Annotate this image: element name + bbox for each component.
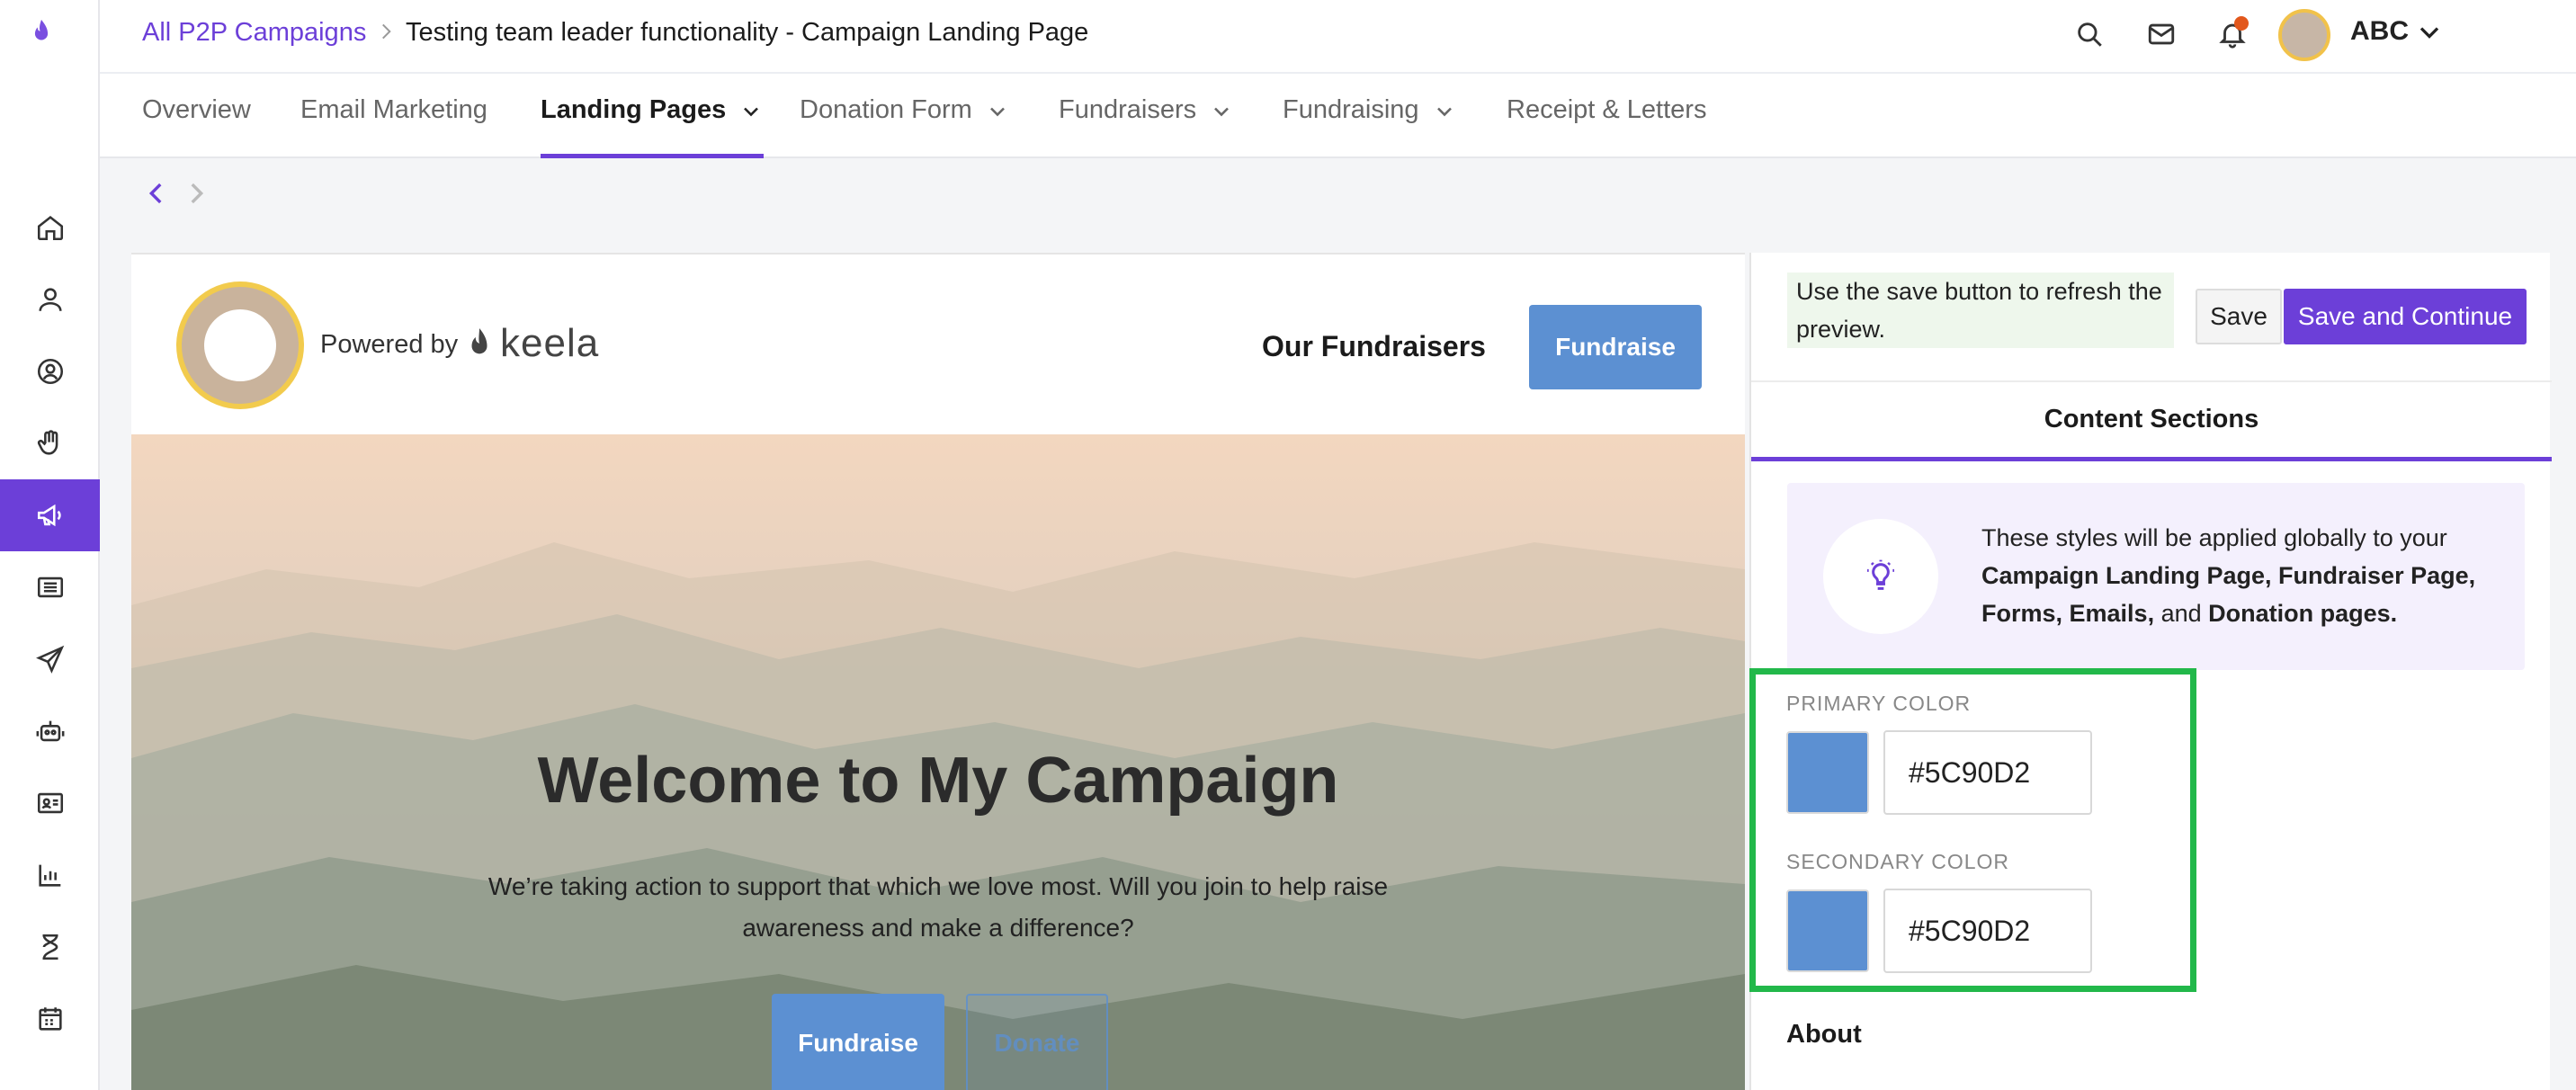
donors-icon[interactable] [0, 335, 100, 407]
notification-badge [2234, 16, 2249, 31]
info-and: and [2154, 600, 2209, 627]
primary-color-swatch[interactable] [1786, 731, 1869, 814]
hero-fundraise-button[interactable]: Fundraise [772, 994, 944, 1090]
campaign-tabs: Overview Email Marketing Landing Pages D… [100, 74, 2576, 158]
chevron-down-icon [1214, 107, 1230, 117]
hand-icon[interactable] [0, 407, 100, 479]
tab-label: Landing Pages [541, 95, 727, 124]
primary-color-label: PRIMARY COLOR [1786, 692, 1972, 715]
hero-description: We’re taking action to support that whic… [487, 872, 1389, 942]
tab-label: Receipt & Letters [1507, 95, 1707, 124]
breadcrumb-current-title: Testing team leader functionality - Camp… [406, 18, 1089, 47]
tab-donation-form[interactable]: Donation Form [800, 95, 1010, 158]
organization-logo [176, 281, 304, 409]
reports-chart-icon[interactable] [0, 839, 100, 911]
tab-label: Donation Form [800, 95, 972, 124]
tab-label: Fundraisers [1059, 95, 1197, 124]
global-styles-info: These styles will be applied globally to… [1787, 483, 2525, 670]
forward-arrow-icon[interactable] [181, 178, 211, 209]
tab-fundraisers[interactable]: Fundraisers [1059, 95, 1234, 158]
tab-label: Fundraising [1283, 95, 1419, 124]
preview-header: Powered by keela Our Fundraisers Fundrai… [131, 255, 1745, 434]
info-prefix: These styles will be applied globally to… [1981, 524, 2447, 551]
primary-color-input[interactable]: #5C90D2 [1883, 730, 2092, 815]
user-menu-chevron-down-icon[interactable] [2413, 16, 2446, 49]
left-nav-rail [0, 0, 100, 1090]
tab-receipt-letters[interactable]: Receipt & Letters [1507, 95, 1706, 158]
chevron-down-icon [744, 107, 759, 117]
breadcrumb-separator-icon [382, 23, 391, 40]
top-bar: All P2P Campaigns Testing team leader fu… [100, 0, 2576, 74]
keela-wordmark: keela [500, 321, 600, 365]
header-fundraise-button[interactable]: Fundraise [1529, 305, 1702, 389]
tab-fundraising[interactable]: Fundraising [1283, 95, 1457, 158]
tab-landing-pages[interactable]: Landing Pages [541, 95, 765, 158]
tab-content-sections[interactable]: Content Sections [1751, 380, 2552, 461]
tab-email-marketing[interactable]: Email Marketing [300, 95, 487, 158]
notifications-bell-icon[interactable] [2214, 16, 2250, 52]
robot-icon[interactable] [0, 695, 100, 767]
send-icon[interactable] [0, 623, 100, 695]
user-avatar[interactable] [2278, 9, 2330, 61]
hero-title: Welcome to My Campaign [537, 745, 1339, 817]
our-fundraisers-link[interactable]: Our Fundraisers [1262, 330, 1486, 363]
keela-brand: keela [464, 321, 599, 366]
home-icon[interactable] [0, 192, 100, 264]
preview-toolbar [100, 158, 2576, 252]
info-bold-donation: Donation pages. [2208, 600, 2398, 627]
chevron-down-icon [989, 107, 1005, 117]
mail-icon[interactable] [2143, 16, 2179, 52]
save-and-continue-button[interactable]: Save and Continue [2284, 289, 2527, 344]
id-card-icon[interactable] [0, 767, 100, 839]
chevron-down-icon [1436, 107, 1452, 117]
about-section-label[interactable]: About [1786, 1020, 1862, 1050]
back-arrow-icon[interactable] [141, 178, 172, 209]
hourglass-icon[interactable] [0, 911, 100, 983]
lightbulb-icon [1823, 519, 1938, 634]
contacts-icon[interactable] [0, 264, 100, 335]
calendar-icon[interactable] [0, 983, 100, 1055]
keela-leaf-icon [471, 328, 487, 354]
user-name[interactable]: ABC [2350, 16, 2409, 47]
secondary-color-label: SECONDARY COLOR [1786, 850, 2010, 873]
hero-section: Welcome to My Campaign We’re taking acti… [131, 434, 1745, 1090]
landing-page-preview: Powered by keela Our Fundraisers Fundrai… [131, 253, 1745, 1090]
search-icon[interactable] [2071, 16, 2107, 52]
global-styles-text: These styles will be applied globally to… [1981, 519, 2503, 632]
save-button[interactable]: Save [2196, 289, 2282, 344]
tab-overview[interactable]: Overview [142, 95, 251, 158]
save-refresh-note: Use the save button to refresh the previ… [1787, 272, 2174, 348]
list-icon[interactable] [0, 551, 100, 623]
hero-donate-button[interactable]: Donate [966, 994, 1108, 1090]
secondary-color-input[interactable]: #5C90D2 [1883, 889, 2092, 973]
keela-logo-icon[interactable] [23, 14, 59, 50]
tab-label: Overview [142, 95, 251, 124]
breadcrumb-all-campaigns-link[interactable]: All P2P Campaigns [142, 18, 366, 48]
secondary-color-swatch[interactable] [1786, 889, 1869, 972]
campaigns-megaphone-icon[interactable] [0, 479, 100, 551]
tab-label: Email Marketing [300, 95, 487, 124]
powered-by-text: Powered by [320, 330, 459, 359]
